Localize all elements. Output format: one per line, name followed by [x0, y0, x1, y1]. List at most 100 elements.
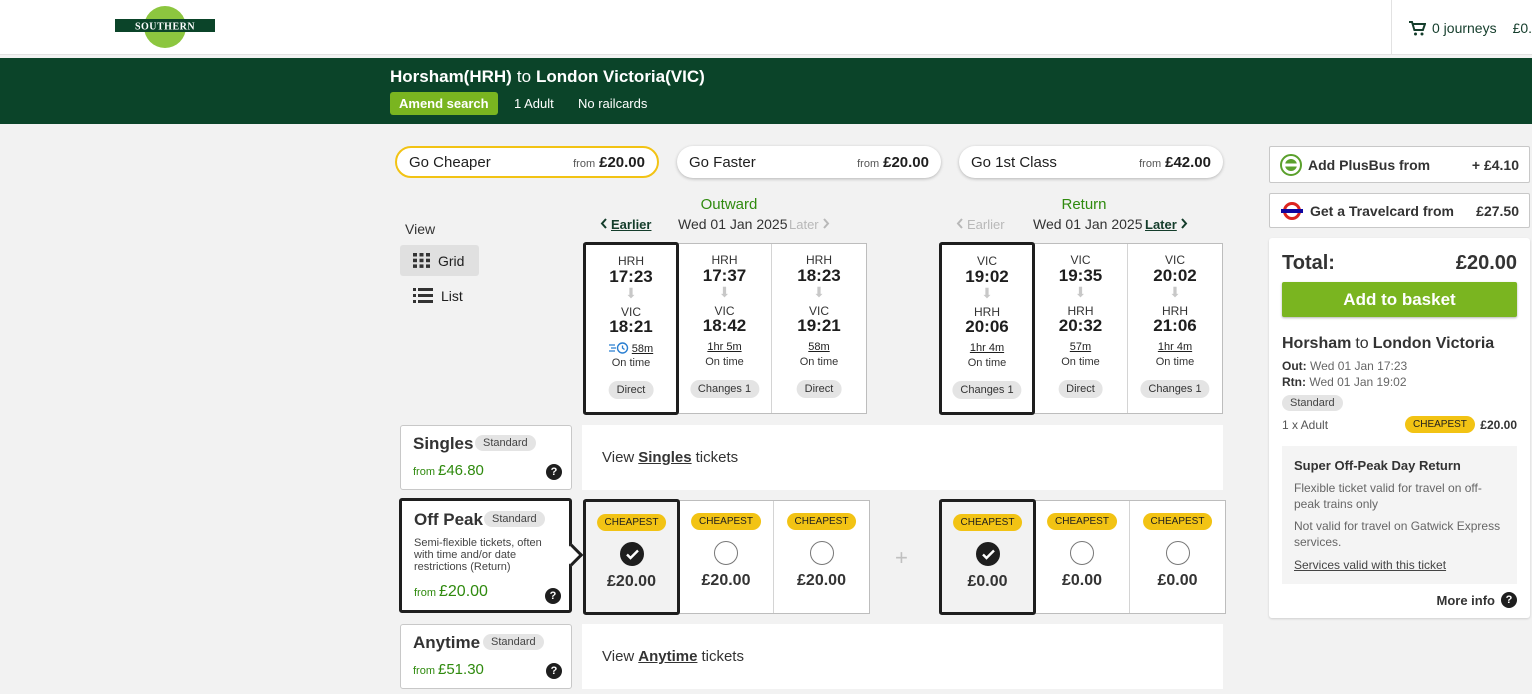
price-option[interactable]: CHEAPEST £20.00 — [774, 501, 869, 613]
railcards: No railcards — [578, 96, 648, 111]
view-list-button[interactable]: List — [400, 280, 479, 311]
check-icon — [625, 549, 639, 560]
tab-label: Go 1st Class — [971, 153, 1057, 171]
duration-link[interactable]: 1hr 4m — [1128, 341, 1222, 353]
fare-price: from £51.30 — [413, 661, 484, 678]
fare-description: Semi-flexible tickets, often with time a… — [414, 537, 542, 573]
train-option[interactable]: HRH 17:37 ⬇ VIC 18:42 1hr 5m On time Cha… — [678, 244, 772, 413]
plus-separator: + — [895, 545, 908, 570]
view-singles-link[interactable]: Singles — [638, 449, 691, 466]
fare-singles[interactable]: Singles Standard from £46.80 ? — [400, 425, 572, 490]
tab-go-faster[interactable]: Go Faster from £20.00 — [677, 146, 941, 178]
fare-name: Singles — [413, 434, 474, 453]
tab-go-cheaper[interactable]: Go Cheaper from £20.00 — [395, 146, 659, 178]
help-icon[interactable]: ? — [546, 464, 562, 480]
radio-button[interactable] — [809, 541, 834, 565]
total-label: Total: — [1282, 252, 1335, 274]
price-option[interactable]: CHEAPEST £0.00 — [939, 499, 1036, 615]
view-anytime-link[interactable]: Anytime — [638, 648, 697, 665]
ticket-description: Flexible ticket valid for travel on off-… — [1294, 481, 1482, 511]
return-price-row: CHEAPEST £0.00 CHEAPEST £0.00 CHEAPEST £… — [939, 499, 1226, 615]
train-option[interactable]: VIC 20:02 ⬇ HRH 21:06 1hr 4m On time Cha… — [1128, 244, 1222, 413]
chevron-right-icon — [822, 218, 829, 229]
price-option[interactable]: CHEAPEST £20.00 — [583, 499, 680, 615]
travelcard-button[interactable]: Get a Travelcard from £27.50 — [1269, 193, 1530, 228]
view-singles-bar: View Singles tickets — [582, 425, 1223, 490]
return-later-button[interactable]: Later — [1145, 217, 1188, 232]
fare-anytime[interactable]: Anytime Standard from £51.30 ? — [400, 624, 572, 689]
duration-link[interactable]: 57m — [1034, 341, 1127, 353]
amend-search-button[interactable]: Amend search — [390, 92, 498, 115]
help-icon: ? — [1501, 592, 1517, 608]
train-status: On time — [1061, 356, 1100, 368]
more-info-button[interactable]: More info ? — [1437, 592, 1517, 608]
basket-button[interactable]: 0 journeys £0.0 — [1409, 20, 1532, 36]
changes-badge: Changes 1 — [689, 380, 760, 398]
outward-price-row: CHEAPEST £20.00 CHEAPEST £20.00 CHEAPEST… — [583, 499, 870, 615]
return-earlier-button[interactable]: Earlier — [956, 217, 1005, 232]
tab-price: £42.00 — [1165, 153, 1211, 171]
tab-from: from — [573, 157, 596, 170]
departure-station: HRH — [711, 253, 738, 267]
view-label: View — [405, 221, 436, 237]
plusbus-icon — [1280, 153, 1302, 176]
add-to-basket-button[interactable]: Add to basket — [1282, 282, 1517, 317]
outward-heading: Outward — [700, 196, 758, 213]
arrow-down-icon: ⬇ — [813, 284, 825, 300]
radio-button[interactable] — [714, 541, 738, 565]
help-icon[interactable]: ? — [546, 663, 562, 679]
radio-selected[interactable] — [619, 542, 644, 566]
train-option[interactable]: HRH 17:23 ⬇ VIC 18:21 58m On time Direct — [583, 242, 679, 415]
tab-go-1st-class[interactable]: Go 1st Class from £42.00 — [959, 146, 1223, 178]
southern-logo[interactable]: SOUTHERN — [115, 5, 215, 49]
summary-price: £20.00 — [1480, 418, 1517, 432]
chevron-left-icon — [600, 218, 607, 229]
price-option[interactable]: CHEAPEST £20.00 — [679, 501, 774, 613]
basket-amount: £0.0 — [1512, 20, 1532, 36]
return-date: Wed 01 Jan 2025 — [1033, 216, 1143, 232]
train-option[interactable]: VIC 19:35 ⬇ HRH 20:32 57m On time Direct — [1034, 244, 1128, 413]
route-title: Horsham(HRH) to London Victoria(VIC) — [390, 67, 705, 87]
search-summary: Horsham(HRH) to London Victoria(VIC) Amend… — [0, 58, 1532, 124]
tab-label: Go Cheaper — [409, 153, 491, 171]
services-valid-link[interactable]: Services valid with this ticket — [1294, 558, 1446, 572]
arrival-time: 19:21 — [797, 316, 841, 335]
view-list-label: List — [441, 287, 463, 304]
duration-link[interactable]: 58m — [772, 341, 866, 353]
route-to: to — [516, 67, 532, 86]
grid-icon — [413, 253, 430, 268]
duration-link[interactable]: 58m — [586, 342, 676, 355]
fare-price: £20.00 — [797, 572, 846, 589]
fare-off-peak[interactable]: Off Peak Standard Semi-flexible tickets,… — [399, 498, 584, 613]
outward-earlier-button[interactable]: Earlier — [600, 217, 651, 232]
departure-time: 19:02 — [965, 267, 1009, 286]
add-plusbus-button[interactable]: Add PlusBus from + £4.10 — [1269, 146, 1530, 183]
fare-price: £20.00 — [701, 572, 751, 589]
help-icon[interactable]: ? — [545, 588, 561, 604]
radio-selected[interactable] — [975, 542, 1000, 566]
chevron-left-icon — [956, 218, 963, 229]
arrival-time: 21:06 — [1153, 316, 1197, 335]
cheapest-badge: CHEAPEST — [952, 514, 1023, 531]
view-grid-button[interactable]: Grid — [400, 245, 479, 276]
price-option[interactable]: CHEAPEST £0.00 — [1035, 501, 1130, 613]
train-option[interactable]: VIC 19:02 ⬇ HRH 20:06 1hr 4m On time Cha… — [939, 242, 1035, 415]
summary-out: Out: Wed 01 Jan 17:23 — [1282, 359, 1408, 373]
fast-train-icon — [608, 342, 628, 354]
duration-link[interactable]: 1hr 5m — [678, 341, 771, 353]
radio-button[interactable] — [1070, 541, 1094, 565]
departure-station: VIC — [1164, 253, 1185, 267]
chevron-right-icon — [1181, 218, 1188, 229]
train-option[interactable]: HRH 18:23 ⬇ VIC 19:21 58m On time Direct — [772, 244, 866, 413]
outward-later-button[interactable]: Later — [789, 217, 830, 232]
fare-name: Off Peak — [414, 510, 483, 529]
list-icon — [413, 288, 433, 303]
departure-time: 17:23 — [609, 267, 653, 286]
fare-class-badge: Standard — [483, 634, 544, 650]
price-option[interactable]: CHEAPEST £0.00 — [1130, 501, 1225, 613]
duration-link[interactable]: 1hr 4m — [942, 342, 1032, 354]
changes-badge: Direct — [608, 381, 654, 399]
departure-station: VIC — [1070, 253, 1091, 267]
radio-button[interactable] — [1165, 541, 1190, 565]
summary-route: Horsham to London Victoria — [1282, 335, 1495, 352]
